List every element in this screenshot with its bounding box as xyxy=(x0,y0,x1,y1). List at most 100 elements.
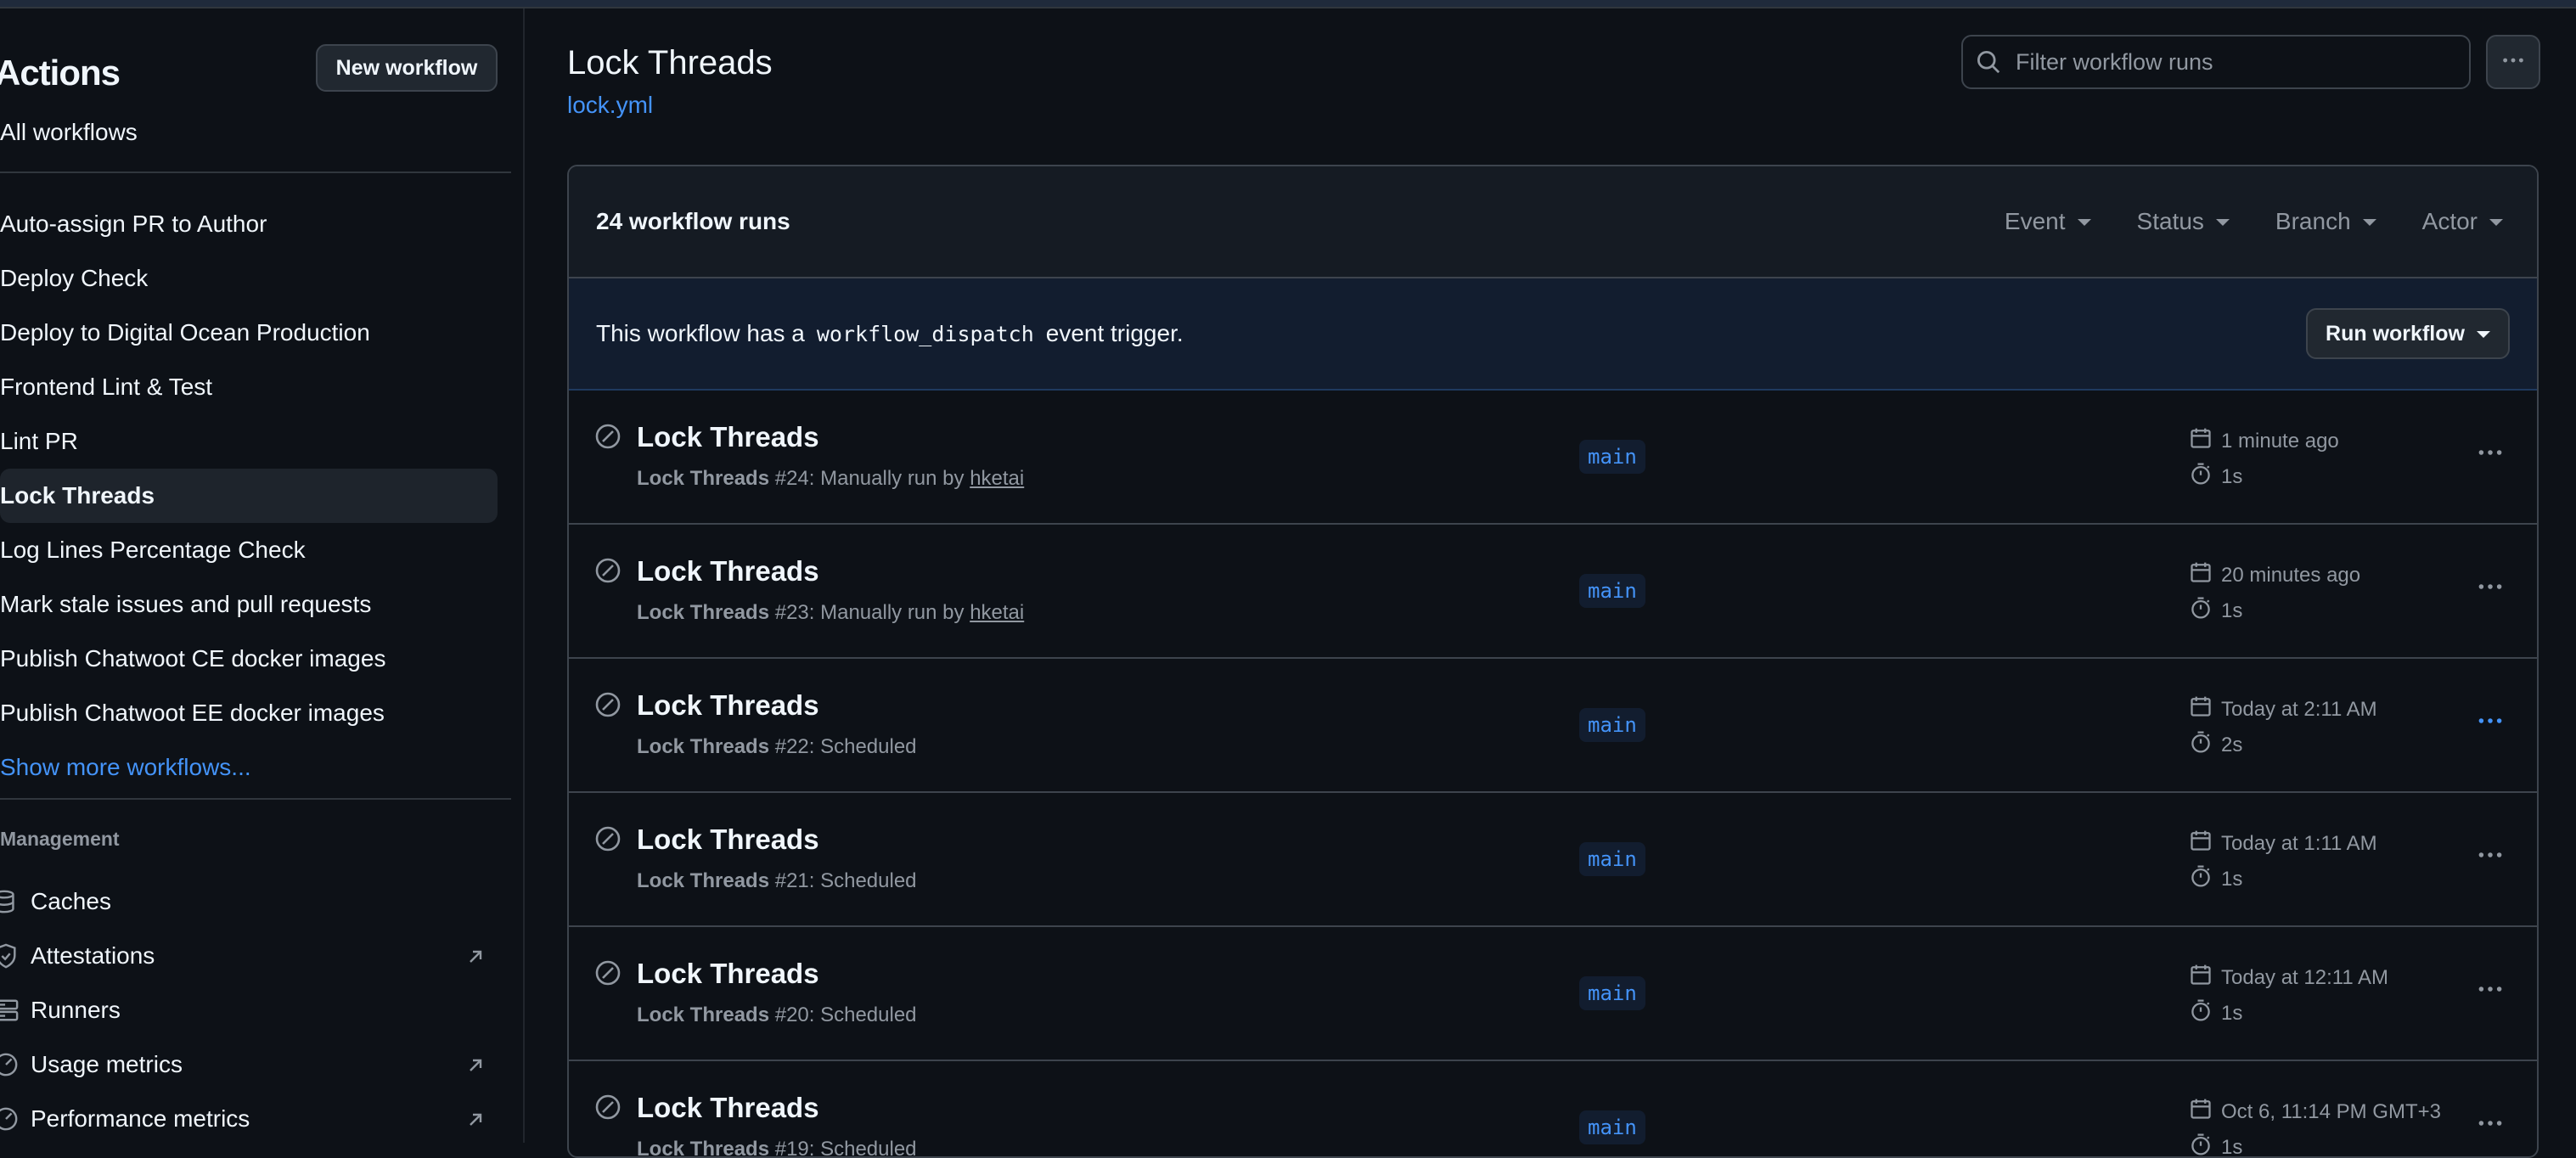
run-options-button[interactable] xyxy=(2469,1104,2511,1146)
sidebar-item-label: Attestations xyxy=(31,942,155,970)
branch-badge[interactable]: main xyxy=(1579,440,1645,474)
run-duration: 1s xyxy=(2189,596,2242,626)
table-row[interactable]: Lock Threads Lock Threads #19: Scheduled… xyxy=(569,1061,2537,1158)
run-duration-value: 1s xyxy=(2221,465,2242,489)
sidebar-item-frontend-lint[interactable]: Frontend Lint & Test xyxy=(0,360,498,414)
run-when: Today at 1:11 AM xyxy=(2221,832,2377,856)
branch-badge[interactable]: main xyxy=(1579,842,1645,876)
sidebar-item-publish-ce[interactable]: Publish Chatwoot CE docker images xyxy=(0,632,498,686)
run-options-button[interactable] xyxy=(2469,835,2511,878)
calendar-icon xyxy=(2189,426,2213,456)
run-duration-value: 1s xyxy=(2221,599,2242,623)
status-filter[interactable]: Status xyxy=(2137,208,2230,235)
sidebar-item-lock-threads[interactable]: Lock Threads xyxy=(0,469,498,523)
run-workflow-name: Lock Threads xyxy=(637,735,769,758)
filter-label: Status xyxy=(2137,208,2204,235)
table-row[interactable]: Lock Threads Lock Threads #22: Scheduled… xyxy=(569,659,2537,793)
sidebar-item-deploy-do[interactable]: Deploy to Digital Ocean Production xyxy=(0,306,498,360)
stopwatch-icon xyxy=(2189,462,2213,492)
run-meta: Lock Threads #22: Scheduled xyxy=(637,735,917,759)
event-filter[interactable]: Event xyxy=(2005,208,2091,235)
run-title[interactable]: Lock Threads xyxy=(637,421,819,453)
branch-filter[interactable]: Branch xyxy=(2275,208,2376,235)
run-duration: 2s xyxy=(2189,730,2242,760)
cancelled-status-icon xyxy=(594,825,622,857)
sidebar-item-caches[interactable]: Caches xyxy=(0,874,498,929)
kebab-horizontal-icon xyxy=(2476,840,2505,874)
filter-runs-input[interactable] xyxy=(2014,48,2459,76)
run-detail: : Scheduled xyxy=(809,735,917,758)
actor-filter[interactable]: Actor xyxy=(2422,208,2503,235)
sidebar-item-performance-metrics[interactable]: Performance metrics xyxy=(0,1092,498,1146)
calendar-icon xyxy=(2189,963,2213,992)
run-options-button[interactable] xyxy=(2469,567,2511,610)
run-timestamp: Today at 12:11 AM xyxy=(2189,963,2388,992)
sidebar-item-attestations[interactable]: Attestations xyxy=(0,929,498,983)
run-detail: : Scheduled xyxy=(809,1138,917,1158)
run-duration: 1s xyxy=(2189,864,2242,894)
cancelled-status-icon xyxy=(594,423,622,454)
branch-badge[interactable]: main xyxy=(1579,976,1645,1010)
run-duration-value: 1s xyxy=(2221,1002,2242,1026)
sidebar-item-lint-pr[interactable]: Lint PR xyxy=(0,414,498,469)
page-title: Lock Threads xyxy=(567,44,773,82)
table-row[interactable]: Lock Threads Lock Threads #23: Manually … xyxy=(569,525,2537,659)
sidebar-item-mark-stale[interactable]: Mark stale issues and pull requests xyxy=(0,577,498,632)
cancelled-status-icon xyxy=(594,557,622,588)
run-detail: : Scheduled xyxy=(809,1003,917,1026)
run-meta: Lock Threads #21: Scheduled xyxy=(637,869,917,893)
run-options-button[interactable] xyxy=(2469,701,2511,744)
run-actor-link[interactable]: hketai xyxy=(970,467,1024,490)
run-options-button[interactable] xyxy=(2469,970,2511,1012)
run-title[interactable]: Lock Threads xyxy=(637,958,819,990)
run-detail: : Scheduled xyxy=(809,869,917,892)
sidebar-item-label: Usage metrics xyxy=(31,1051,183,1078)
chevron-down-icon xyxy=(2078,219,2091,226)
run-timestamp: Oct 6, 11:14 PM GMT+3 xyxy=(2189,1097,2441,1127)
table-row[interactable]: Lock Threads Lock Threads #24: Manually … xyxy=(569,391,2537,525)
stopwatch-icon xyxy=(2189,596,2213,626)
more-options-button[interactable] xyxy=(2486,35,2540,89)
sidebar-item-auto-assign[interactable]: Auto-assign PR to Author xyxy=(0,197,498,251)
run-actor-link[interactable]: hketai xyxy=(970,601,1024,624)
chevron-down-icon xyxy=(2477,331,2490,338)
run-meta: Lock Threads #20: Scheduled xyxy=(637,1003,917,1027)
external-link-icon xyxy=(465,1109,486,1136)
run-options-button[interactable] xyxy=(2469,433,2511,475)
all-workflows-link[interactable]: All workflows xyxy=(0,119,138,146)
run-title[interactable]: Lock Threads xyxy=(637,1092,819,1124)
sidebar-item-publish-ee[interactable]: Publish Chatwoot EE docker images xyxy=(0,686,498,740)
run-workflow-name: Lock Threads xyxy=(637,601,769,624)
sidebar-item-deploy-check[interactable]: Deploy Check xyxy=(0,251,498,306)
run-when: Today at 12:11 AM xyxy=(2221,966,2388,990)
branch-badge[interactable]: main xyxy=(1579,1110,1645,1144)
run-duration-value: 2s xyxy=(2221,734,2242,757)
run-duration: 1s xyxy=(2189,998,2242,1028)
sidebar-item-usage-metrics[interactable]: Usage metrics xyxy=(0,1037,498,1092)
new-workflow-button[interactable]: New workflow xyxy=(316,44,498,92)
run-workflow-button[interactable]: Run workflow xyxy=(2306,308,2510,359)
table-row[interactable]: Lock Threads Lock Threads #21: Scheduled… xyxy=(569,793,2537,927)
show-more-workflows-link[interactable]: Show more workflows... xyxy=(0,740,498,795)
branch-badge[interactable]: main xyxy=(1579,574,1645,608)
table-row[interactable]: Lock Threads Lock Threads #20: Scheduled… xyxy=(569,927,2537,1061)
external-link-icon xyxy=(465,946,486,973)
run-title[interactable]: Lock Threads xyxy=(637,689,819,722)
chevron-down-icon xyxy=(2489,219,2503,226)
run-title[interactable]: Lock Threads xyxy=(637,555,819,587)
workflow-list: Auto-assign PR to Author Deploy Check De… xyxy=(0,197,498,795)
sidebar-item-log-lines[interactable]: Log Lines Percentage Check xyxy=(0,523,498,577)
run-title[interactable]: Lock Threads xyxy=(637,824,819,856)
sidebar-item-runners[interactable]: Runners xyxy=(0,983,498,1037)
workflow-file-link[interactable]: lock.yml xyxy=(567,92,653,119)
run-duration: 1s xyxy=(2189,462,2242,492)
kebab-horizontal-icon xyxy=(2476,1109,2505,1142)
branch-badge[interactable]: main xyxy=(1579,708,1645,742)
cancelled-status-icon xyxy=(594,691,622,722)
cancelled-status-icon xyxy=(594,959,622,991)
run-timestamp: 1 minute ago xyxy=(2189,426,2339,456)
run-number: #23 xyxy=(775,601,809,624)
run-workflow-label: Run workflow xyxy=(2326,322,2465,346)
chevron-down-icon xyxy=(2216,219,2230,226)
runs-header: 24 workflow runs Event Status Branch Act… xyxy=(569,166,2537,278)
